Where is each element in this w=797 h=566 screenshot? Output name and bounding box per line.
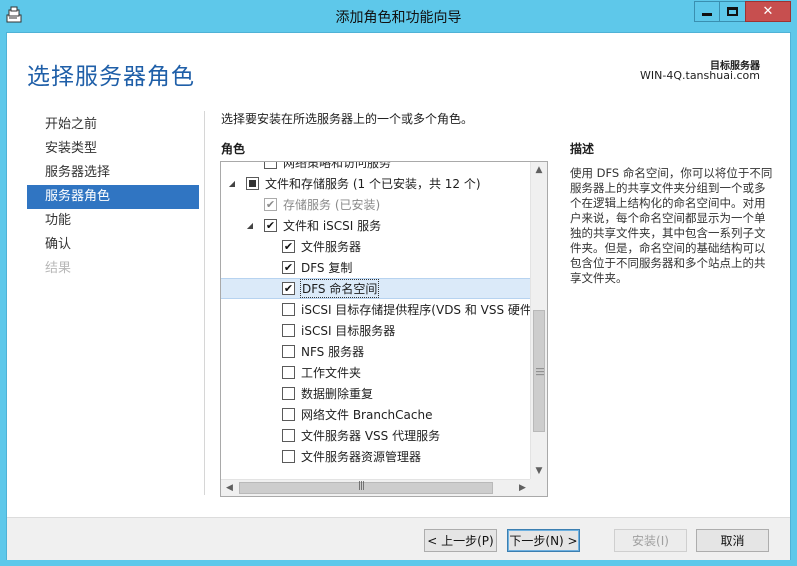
nav-item-server-selection[interactable]: 服务器选择 — [27, 161, 199, 185]
role-label: DFS 复制 — [301, 261, 353, 275]
role-checkbox[interactable] — [282, 387, 295, 400]
nav-item-installation-type[interactable]: 安装类型 — [27, 137, 199, 161]
role-row[interactable]: iSCSI 目标存储提供程序(VDS 和 VSS 硬件提供程序) — [221, 299, 531, 320]
cancel-button[interactable]: 取消 — [696, 529, 769, 552]
role-row[interactable]: ◢ 文件和 iSCSI 服务 — [221, 215, 531, 236]
role-description: 使用 DFS 命名空间，你可以将位于不同服务器上的共享文件夹分组到一个或多个在逻… — [570, 166, 773, 285]
scroll-up-icon[interactable]: ▲ — [531, 162, 547, 179]
role-label: 文件和存储服务 (1 个已安装，共 12 个) — [265, 177, 481, 191]
roles-header: 角色 — [221, 142, 246, 156]
role-label: iSCSI 目标服务器 — [301, 324, 396, 338]
role-row[interactable]: 文件服务器资源管理器 — [221, 446, 531, 467]
wizard-footer: < 上一步(P) 下一步(N) > 安装(I) 取消 — [7, 517, 790, 560]
next-button[interactable]: 下一步(N) > — [507, 529, 580, 552]
role-checkbox[interactable] — [282, 240, 295, 253]
minimize-icon — [702, 13, 712, 16]
role-label: 网络策略和访问服务 — [283, 162, 392, 170]
role-row[interactable]: NFS 服务器 — [221, 341, 531, 362]
vertical-scroll-thumb[interactable]: ― ― ― — [533, 310, 545, 432]
role-row[interactable]: 文件服务器 VSS 代理服务 — [221, 425, 531, 446]
roles-tree: 网络策略和访问服务 ◢ 文件和存储服务 (1 个已安装，共 12 个) 存储服务 (已… — [221, 162, 531, 480]
role-checkbox[interactable] — [282, 429, 295, 442]
role-label: 网络文件 BranchCache — [301, 408, 433, 422]
nav-item-before-you-begin[interactable]: 开始之前 — [27, 113, 199, 137]
role-checkbox[interactable] — [282, 282, 295, 295]
install-button: 安装(I) — [614, 529, 687, 552]
horizontal-scrollbar[interactable]: ◀ ||| ▶ — [221, 479, 531, 496]
role-label: 文件服务器 VSS 代理服务 — [301, 429, 441, 443]
scroll-right-icon[interactable]: ▶ — [514, 480, 531, 496]
wizard-client: 选择服务器角色 目标服务器 WIN-4Q.tanshuai.com 开始之前 安… — [6, 32, 791, 560]
vertical-scrollbar[interactable]: ▲ ― ― ― ▼ — [530, 162, 547, 480]
role-label: iSCSI 目标存储提供程序(VDS 和 VSS 硬件提供程序) — [301, 303, 531, 317]
role-checkbox[interactable] — [282, 261, 295, 274]
roles-tree-list[interactable]: 网络策略和访问服务 ◢ 文件和存储服务 (1 个已安装，共 12 个) 存储服务 (已… — [220, 161, 548, 497]
nav-divider — [204, 111, 205, 495]
role-label: 文件服务器资源管理器 — [301, 450, 422, 464]
close-button[interactable]: ✕ — [745, 1, 791, 22]
grip-icon: ― ― ― — [536, 364, 544, 379]
nav-item-features[interactable]: 功能 — [27, 209, 199, 233]
role-row[interactable]: 网络策略和访问服务 — [221, 162, 531, 173]
instruction-text: 选择要安装在所选服务器上的一个或多个角色。 — [221, 112, 474, 126]
role-row[interactable]: 存储服务 (已安装) — [221, 194, 531, 215]
role-row[interactable]: ◢ 文件和存储服务 (1 个已安装，共 12 个) — [221, 173, 531, 194]
role-row[interactable]: iSCSI 目标服务器 — [221, 320, 531, 341]
role-label: DFS 命名空间 — [299, 279, 380, 298]
role-label: 文件和 iSCSI 服务 — [283, 219, 382, 233]
role-row[interactable]: 网络文件 BranchCache — [221, 404, 531, 425]
role-checkbox[interactable] — [282, 366, 295, 379]
description-header: 描述 — [570, 142, 595, 156]
horizontal-scroll-thumb[interactable]: ||| — [239, 481, 493, 494]
role-checkbox[interactable] — [264, 219, 277, 232]
title-bar: 添加角色和功能向导 ✕ — [0, 0, 797, 32]
maximize-button[interactable] — [719, 1, 746, 22]
scroll-left-icon[interactable]: ◀ — [221, 480, 238, 496]
role-row[interactable]: 数据删除重复 — [221, 383, 531, 404]
window-title: 添加角色和功能向导 — [335, 10, 462, 26]
nav-item-server-roles[interactable]: 服务器角色 — [27, 185, 199, 209]
role-label: 数据删除重复 — [301, 387, 374, 401]
role-label: 文件服务器 — [301, 240, 362, 254]
role-checkbox[interactable] — [282, 450, 295, 463]
wizard-nav: 开始之前 安装类型 服务器选择 服务器角色 功能 确认 结果 — [27, 113, 199, 281]
scroll-down-icon[interactable]: ▼ — [531, 463, 547, 480]
role-checkbox[interactable] — [282, 324, 295, 337]
role-checkbox — [264, 198, 277, 211]
destination-server-value: WIN-4Q.tanshuai.com — [640, 69, 760, 82]
role-row[interactable]: DFS 复制 — [221, 257, 531, 278]
scroll-corner — [530, 479, 547, 496]
role-checkbox[interactable] — [282, 408, 295, 421]
role-row[interactable]: 工作文件夹 — [221, 362, 531, 383]
role-row[interactable]: DFS 命名空间 — [221, 278, 531, 299]
nav-item-results: 结果 — [45, 261, 72, 276]
role-row[interactable]: 文件服务器 — [221, 236, 531, 257]
maximize-icon — [727, 7, 738, 16]
close-icon: ✕ — [762, 4, 774, 19]
page-title: 选择服务器角色 — [27, 64, 195, 90]
minimize-button[interactable] — [694, 1, 720, 22]
nav-item-confirmation[interactable]: 确认 — [27, 233, 199, 257]
role-checkbox[interactable] — [282, 303, 295, 316]
grip-icon: ||| — [358, 481, 365, 491]
role-checkbox[interactable] — [246, 177, 259, 190]
role-label: NFS 服务器 — [301, 345, 365, 359]
collapse-arrow-icon[interactable]: ◢ — [226, 179, 238, 188]
role-checkbox[interactable] — [264, 162, 277, 169]
role-label: 存储服务 (已安装) — [283, 198, 381, 212]
role-checkbox[interactable] — [282, 345, 295, 358]
collapse-arrow-icon[interactable]: ◢ — [244, 221, 256, 230]
role-label: 工作文件夹 — [301, 366, 362, 380]
previous-button[interactable]: < 上一步(P) — [424, 529, 497, 552]
